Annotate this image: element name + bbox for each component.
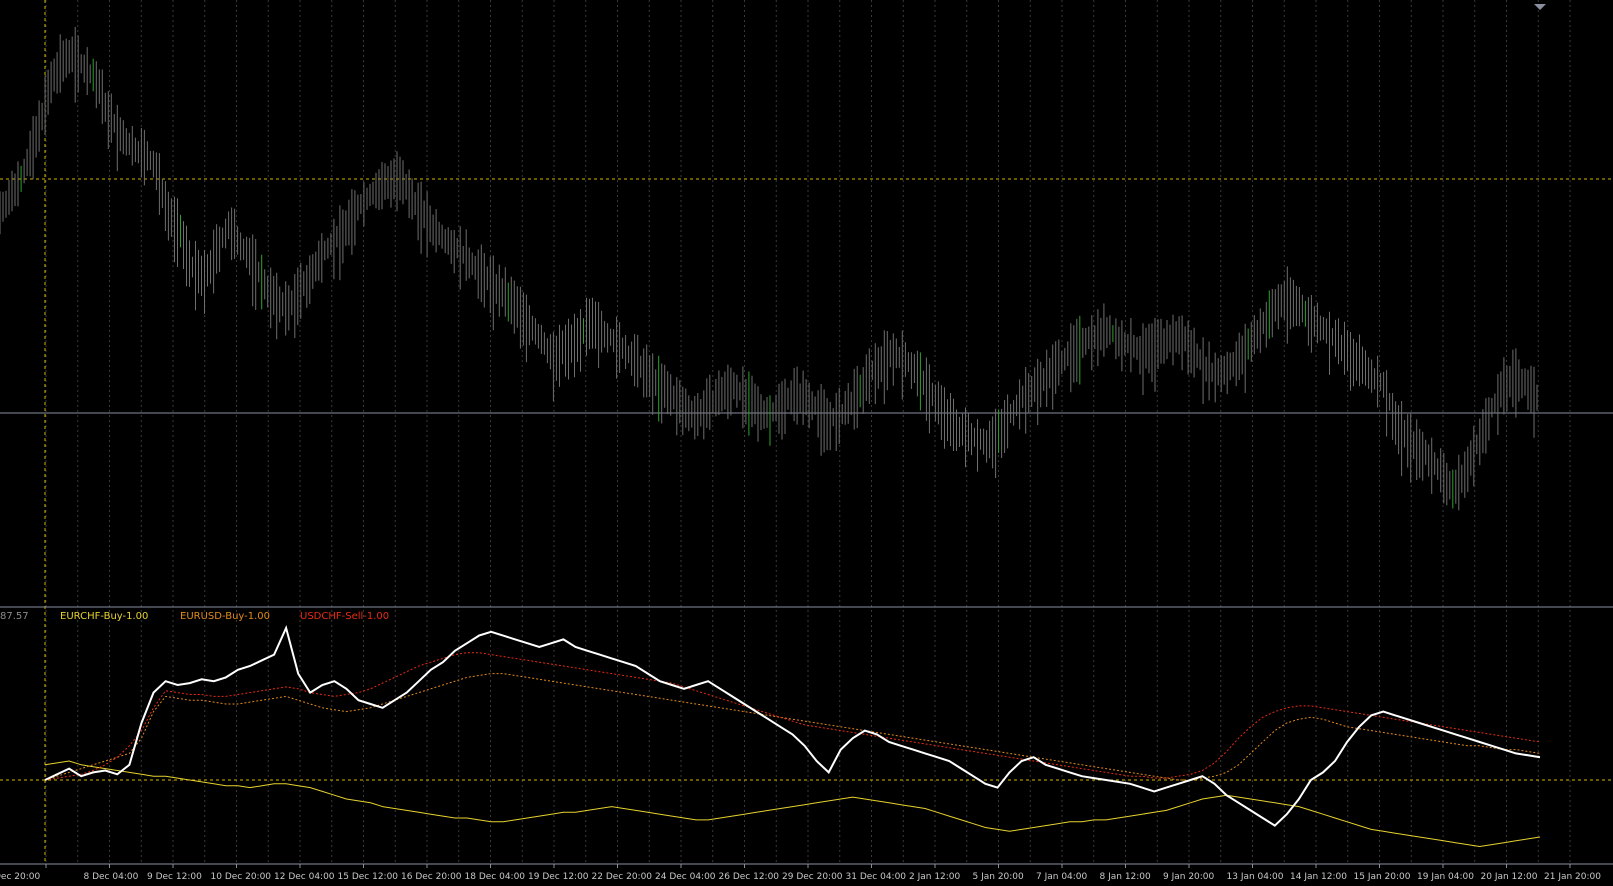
- legend-usdchf: USDCHF-Sell-1.00: [300, 611, 389, 622]
- x-tick-label: 19 Jan 04:00: [1417, 872, 1474, 882]
- x-tick-label: 2 Jan 12:00: [909, 872, 961, 882]
- x-tick-label: 18 Dec 04:00: [465, 872, 526, 882]
- x-tick-label: 21 Jan 20:00: [1544, 872, 1601, 882]
- legend-eurusd: EURUSD-Buy-1.00: [180, 611, 270, 622]
- indicator-scale-label: 87.57: [0, 611, 29, 622]
- x-tick-label: 14 Jan 12:00: [1290, 872, 1347, 882]
- x-tick-label: 7 Jan 04:00: [1036, 872, 1088, 882]
- x-tick-label: 19 Dec 12:00: [528, 872, 589, 882]
- chart-root: 87.57 EURCHF-Buy-1.00 EURUSD-Buy-1.00 US…: [0, 0, 1613, 886]
- x-tick-label: 20 Jan 12:00: [1481, 872, 1538, 882]
- legend-eurchf: EURCHF-Buy-1.00: [60, 611, 148, 622]
- x-tick-label: 9 Dec 12:00: [147, 872, 202, 882]
- x-tick-label: 10 Dec 20:00: [211, 872, 272, 882]
- x-tick-label: 8 Jan 12:00: [1100, 872, 1152, 882]
- chart-background: [0, 0, 1613, 886]
- x-tick-label: Dec 20:00: [0, 872, 40, 882]
- x-tick-label: 15 Dec 12:00: [338, 872, 399, 882]
- x-tick-label: 29 Dec 20:00: [782, 872, 843, 882]
- x-tick-label: 22 Dec 20:00: [592, 872, 653, 882]
- x-tick-label: 26 Dec 12:00: [719, 872, 780, 882]
- x-tick-label: 8 Dec 04:00: [84, 872, 139, 882]
- x-tick-label: 24 Dec 04:00: [655, 872, 716, 882]
- x-tick-label: 13 Jan 04:00: [1227, 872, 1284, 882]
- x-tick-label: 5 Jan 20:00: [973, 872, 1025, 882]
- x-tick-label: 9 Jan 20:00: [1163, 872, 1215, 882]
- x-tick-label: 16 Dec 20:00: [401, 872, 462, 882]
- x-tick-label: 31 Dec 04:00: [846, 872, 907, 882]
- x-tick-label: 15 Jan 20:00: [1354, 872, 1411, 882]
- x-tick-label: 12 Dec 04:00: [274, 872, 335, 882]
